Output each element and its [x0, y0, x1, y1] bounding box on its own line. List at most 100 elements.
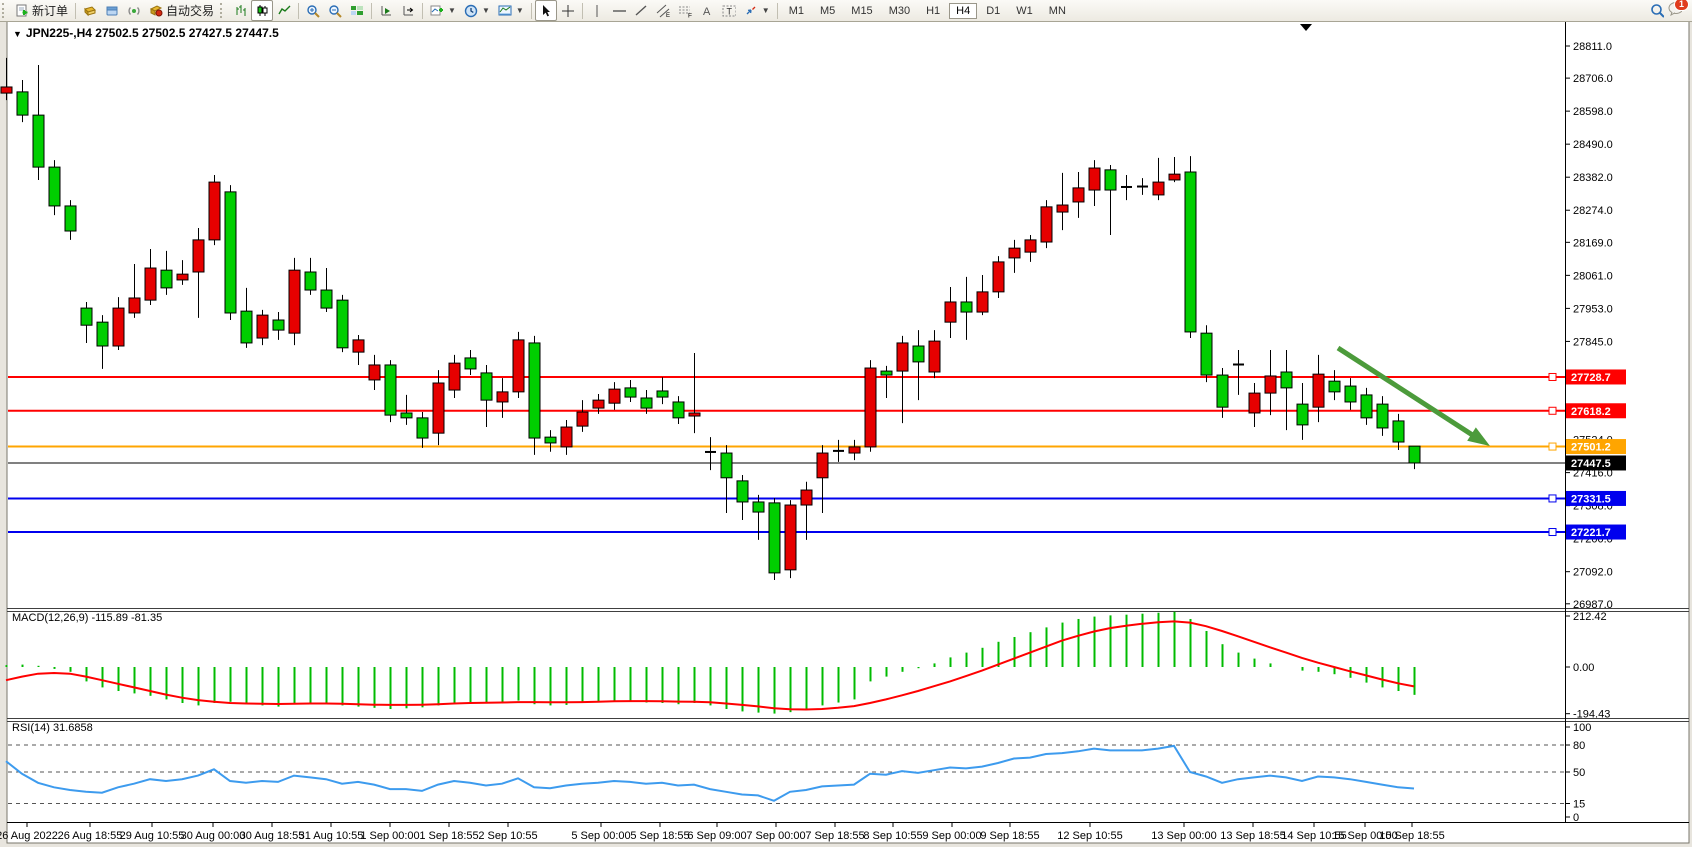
zoom-in-icon [306, 4, 320, 18]
candle-body [625, 388, 636, 397]
main-toolbar: 新订单 自动交易 [0, 0, 1692, 22]
periods-button[interactable]: ▼ [460, 0, 494, 21]
svg-text:E: E [666, 13, 670, 18]
candle-body [1265, 376, 1276, 393]
zoom-in-button[interactable] [302, 0, 324, 21]
crosshair-tool-button[interactable] [557, 0, 579, 21]
bar-chart-button[interactable] [229, 0, 251, 21]
horizontal-line-tool-button[interactable] [608, 0, 630, 21]
chart-canvas[interactable]: 28811.028706.028598.028490.028382.028274… [0, 21, 1692, 847]
zoom-out-button[interactable] [324, 0, 346, 21]
toolbar-separator [777, 3, 778, 19]
timeframe-button-h4[interactable]: H4 [949, 3, 977, 19]
data-window-button[interactable] [101, 0, 123, 21]
new-order-button[interactable]: 新订单 [11, 0, 72, 21]
templates-icon [498, 4, 512, 18]
tile-windows-button[interactable] [346, 0, 368, 21]
periods-clock-icon [464, 4, 478, 18]
arrows-tool-button[interactable]: ▼ [740, 0, 774, 21]
candle-body [673, 402, 684, 418]
candle-body [97, 322, 108, 346]
rsi-axis-tick-label: 80 [1573, 740, 1585, 752]
time-axis-label: 5 Sep 00:00 [571, 830, 630, 842]
timeframe-button-d1[interactable]: D1 [979, 3, 1007, 19]
chart-shift-button[interactable] [397, 0, 419, 21]
timeframe-button-m1[interactable]: M1 [782, 3, 811, 19]
price-axis-tick-label: 28490.0 [1573, 139, 1613, 151]
level-line-handle[interactable] [1549, 407, 1556, 414]
candle-body [961, 302, 972, 312]
market-watch-icon [83, 4, 97, 18]
time-axis-label: 2 Sep 10:55 [478, 830, 537, 842]
candle-body [417, 418, 428, 438]
text-label-tool-button[interactable]: T [718, 0, 740, 21]
price-tag-label: 27618.2 [1571, 406, 1611, 418]
auto-scroll-button[interactable] [375, 0, 397, 21]
price-axis-tick-label: 28382.0 [1573, 172, 1613, 184]
trendline-tool-button[interactable] [630, 0, 652, 21]
macd-axis-tick-label: 0.00 [1573, 662, 1594, 674]
candlestick-chart-button[interactable] [251, 0, 273, 21]
price-axis-tick-label: 28811.0 [1573, 41, 1612, 53]
auto-trading-button[interactable]: 自动交易 [145, 0, 218, 21]
dropdown-caret: ▼ [516, 6, 524, 15]
auto-scroll-icon [379, 4, 393, 18]
candle-body [577, 412, 588, 426]
timeframe-button-m30[interactable]: M30 [882, 3, 917, 19]
new-order-label: 新订单 [32, 2, 68, 19]
candle-body [737, 481, 748, 502]
candle-body [337, 300, 348, 348]
signals-button[interactable] [123, 0, 145, 21]
candle-body [1377, 404, 1388, 428]
timeframe-button-m5[interactable]: M5 [813, 3, 842, 19]
price-axis-tick-label: 27845.0 [1573, 336, 1613, 348]
level-line-handle[interactable] [1549, 373, 1556, 380]
candle-body [849, 447, 860, 453]
toolbar-separator [371, 3, 372, 19]
templates-button[interactable]: ▼ [494, 0, 528, 21]
candle-body [273, 320, 284, 330]
cursor-icon [539, 4, 553, 18]
time-axis-label: 9 Sep 18:55 [980, 830, 1039, 842]
line-chart-button[interactable] [273, 0, 295, 21]
candle-body [353, 340, 364, 352]
price-tag-label: 27501.2 [1571, 442, 1611, 454]
vertical-line-tool-button[interactable] [586, 0, 608, 21]
timeframe-button-w1[interactable]: W1 [1009, 3, 1040, 19]
time-axis-label: 26 Aug 2022 [0, 830, 58, 842]
candle-body [449, 363, 460, 390]
channel-tool-button[interactable]: E [652, 0, 674, 21]
market-watch-button[interactable] [79, 0, 101, 21]
candle-body [145, 268, 156, 300]
collapse-ohlc-icon[interactable]: ▼ [13, 29, 22, 39]
time-axis-label: 1 Sep 18:55 [419, 830, 478, 842]
chat-button[interactable]: 1 [1668, 2, 1682, 20]
timeframe-button-h1[interactable]: H1 [919, 3, 947, 19]
cursor-tool-button[interactable] [535, 0, 557, 21]
time-axis-label: 13 Sep 18:55 [1220, 830, 1285, 842]
level-line-handle[interactable] [1549, 443, 1556, 450]
text-tool-button[interactable]: A [696, 0, 718, 21]
candle-body [1089, 168, 1100, 190]
timeframe-button-m15[interactable]: M15 [844, 3, 879, 19]
candle-body [65, 206, 76, 231]
candle-body [49, 167, 60, 206]
rsi-axis-tick-label: 15 [1573, 799, 1585, 811]
candle-body [1345, 386, 1356, 402]
time-axis-label: 30 Aug 00:00 [181, 830, 246, 842]
search-button[interactable] [1646, 0, 1668, 21]
candle-body [881, 371, 892, 375]
chart-area[interactable]: 28811.028706.028598.028490.028382.028274… [0, 21, 1692, 847]
candle-body [593, 400, 604, 408]
toolbar-separator [298, 3, 299, 19]
indicators-button[interactable]: ▼ [426, 0, 460, 21]
candle-body [1009, 248, 1020, 258]
trendline-icon [634, 4, 648, 18]
level-line-handle[interactable] [1549, 529, 1556, 536]
fibonacci-tool-button[interactable]: F [674, 0, 696, 21]
candle-body [817, 453, 828, 478]
level-line-handle[interactable] [1549, 495, 1556, 502]
timeframe-button-mn[interactable]: MN [1042, 3, 1073, 19]
candle-body [1217, 375, 1228, 407]
time-axis-label: 29 Aug 10:55 [120, 830, 185, 842]
